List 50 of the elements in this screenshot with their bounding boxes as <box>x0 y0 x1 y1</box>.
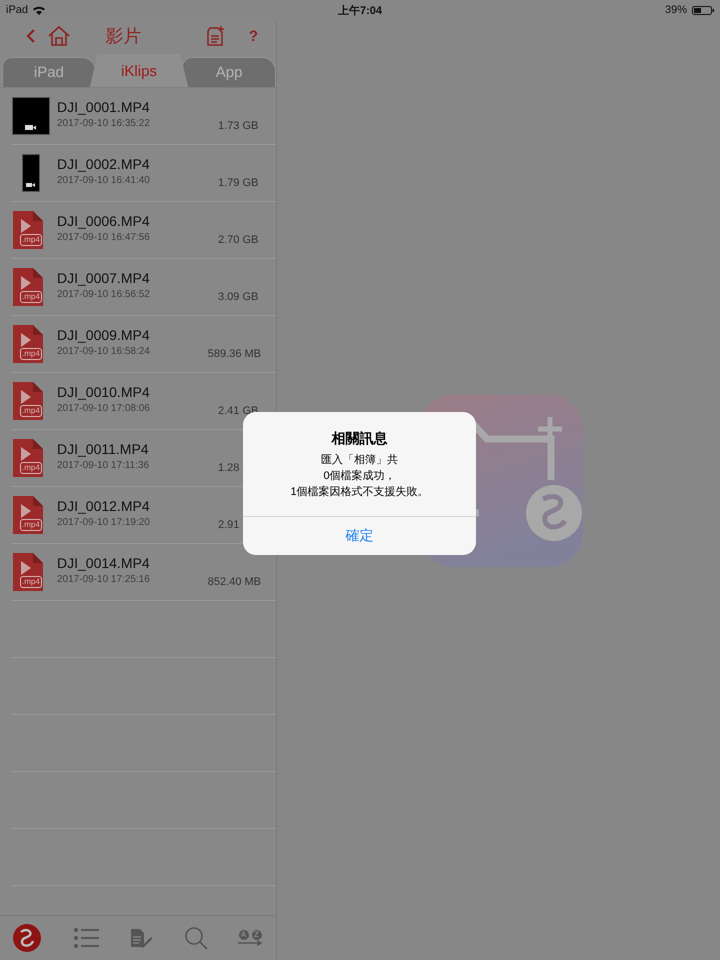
file-date: 2017-09-10 17:11:36 <box>57 460 150 471</box>
file-name: DJI_0006.MP4 <box>57 213 151 229</box>
file-size: 1.28 <box>218 462 240 474</box>
file-date: 2017-09-10 16:47:56 <box>57 232 151 243</box>
screen-title: 影片 <box>104 25 142 48</box>
search-icon[interactable] <box>184 926 208 950</box>
file-name: DJI_0012.MP4 <box>57 498 151 514</box>
status-time: 上午7:04 <box>338 4 382 18</box>
file-name: DJI_0002.MP4 <box>57 156 151 172</box>
file-date: 2017-09-10 17:19:20 <box>57 517 151 528</box>
list-icon[interactable] <box>72 927 98 949</box>
file-date: 2017-09-10 17:25:16 <box>57 574 151 585</box>
file-name: DJI_0014.MP4 <box>57 555 151 571</box>
file-size: 3.09 GB <box>218 291 260 303</box>
file-size: 1.73 GB <box>218 120 260 132</box>
file-date: 2017-09-10 16:58:24 <box>57 346 151 357</box>
tab[interactable]: iPad <box>2 57 96 87</box>
document-edit-icon[interactable] <box>129 926 153 950</box>
battery-icon <box>692 6 714 14</box>
file-size: 1.79 GB <box>218 177 260 189</box>
file-name: DJI_0009.MP4 <box>57 327 151 343</box>
back-icon[interactable] <box>26 29 36 43</box>
tab[interactable]: App <box>182 57 276 87</box>
dialog-message: 匯入「相簿」共 <box>321 453 398 468</box>
ok-button[interactable]: 確定 <box>243 517 476 555</box>
wifi-icon <box>33 6 46 14</box>
logo-icon[interactable] <box>12 923 42 953</box>
file-name: DJI_0011.MP4 <box>57 441 150 457</box>
tab[interactable]: iKlips <box>90 54 188 87</box>
file-name: DJI_0001.MP4 <box>57 99 151 115</box>
file-size: 2.91 <box>218 519 240 531</box>
battery-percent: 39% <box>664 4 687 16</box>
dialog-message: 1個檔案因格式不支援失敗。 <box>290 485 429 500</box>
file-date: 2017-09-10 16:35:22 <box>57 118 151 129</box>
file-date: 2017-09-10 16:56:52 <box>57 289 151 300</box>
video-thumbnail-icon <box>12 97 50 135</box>
file-date: 2017-09-10 17:08:06 <box>57 403 151 414</box>
dialog-message: 0個檔案成功， <box>323 469 396 484</box>
file-size: 852.40 MB <box>208 576 261 588</box>
dialog-title: 相關訊息 <box>332 430 388 448</box>
help-button[interactable]: ? <box>238 28 262 44</box>
add-document-icon[interactable] <box>204 25 227 47</box>
video-thumbnail-icon <box>22 154 40 192</box>
home-icon[interactable] <box>48 26 70 46</box>
device-name: iPad <box>6 4 28 16</box>
file-name: DJI_0007.MP4 <box>57 270 151 286</box>
file-date: 2017-09-10 16:41:40 <box>57 175 151 186</box>
file-name: DJI_0010.MP4 <box>57 384 151 400</box>
file-size: 589.36 MB <box>208 348 261 360</box>
file-size: 2.70 GB <box>218 234 260 246</box>
